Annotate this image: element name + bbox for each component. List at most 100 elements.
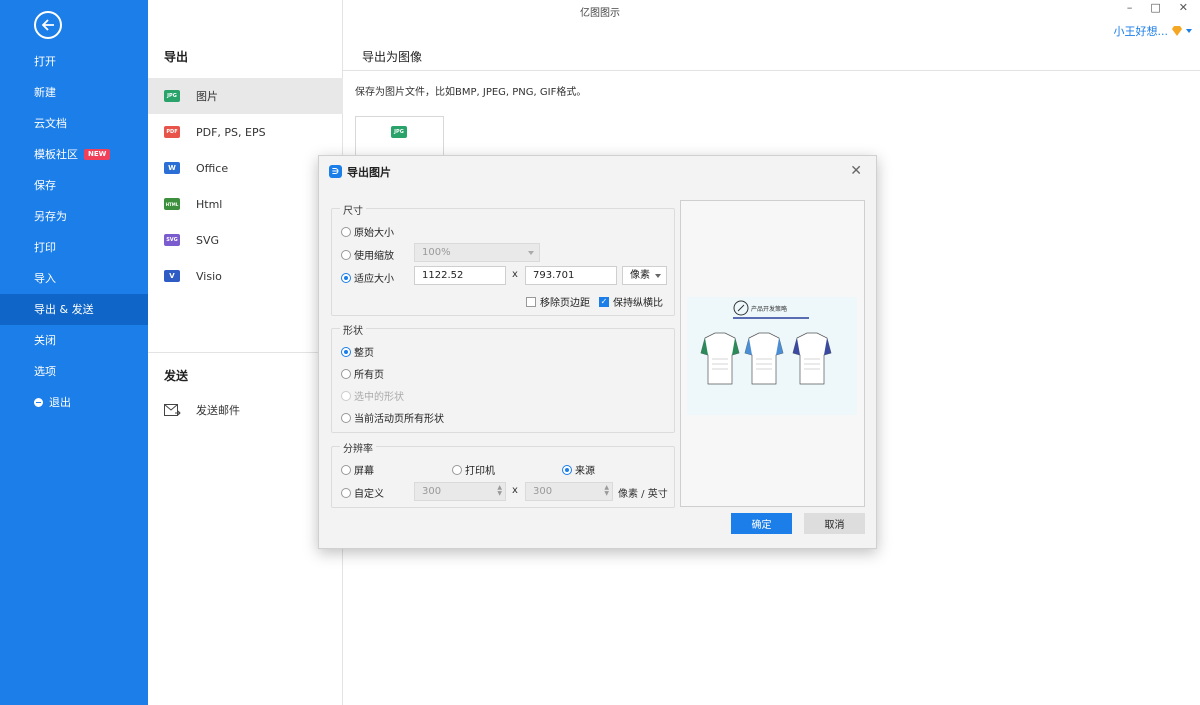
radio-whole-page[interactable]: 整页	[341, 344, 374, 359]
content-heading: 导出为图像	[362, 50, 423, 64]
radio-circle	[452, 464, 462, 475]
export-panel: 导出 JPG 图片 PDF PDF, PS, EPS W Office HTML…	[148, 0, 343, 705]
svg-file-icon: SVG	[164, 234, 180, 246]
size-group: 尺寸 原始大小 使用缩放 100% 适应大小 1122.52 x 793.701…	[331, 202, 675, 316]
image-preview: 产品开发策略	[680, 200, 865, 507]
html-file-icon: HTML	[164, 198, 180, 210]
chevron-down-icon	[528, 251, 534, 255]
resolution-group: 分辨率 屏幕 打印机 来源 自定义 300 ▲ ▼ x 300 ▲ ▼ 像素 / 英…	[331, 440, 675, 508]
times-sign: x	[512, 269, 518, 280]
radio-circle	[341, 487, 351, 498]
back-arrow-icon	[41, 19, 54, 31]
radio-fit-size[interactable]: 适应大小	[341, 270, 394, 285]
dpi-x-input[interactable]: 300 ▲ ▼	[414, 482, 506, 501]
radio-printer[interactable]: 打印机	[452, 462, 495, 477]
spinner-arrows-icon: ▲ ▼	[604, 484, 609, 497]
resolution-group-label: 分辨率	[340, 440, 376, 455]
sidebar-item-export-send[interactable]: 导出 & 发送	[0, 294, 148, 325]
user-name: 小王好想...	[1113, 25, 1169, 38]
export-format-list: JPG 图片 PDF PDF, PS, EPS W Office HTML Ht…	[148, 78, 343, 294]
radio-circle	[341, 226, 351, 237]
width-input[interactable]: 1122.52	[414, 266, 506, 285]
sidebar-item-close[interactable]: 关闭	[0, 325, 148, 356]
word-file-icon: W	[164, 162, 180, 174]
sidebar-item-options[interactable]: 选项	[0, 356, 148, 387]
sidebar-item-new[interactable]: 新建	[0, 77, 148, 108]
height-input[interactable]: 793.701	[525, 266, 617, 285]
dropdown-arrow-icon	[1186, 29, 1192, 33]
export-item-image[interactable]: JPG 图片	[148, 78, 343, 114]
radio-all-pages[interactable]: 所有页	[341, 366, 384, 381]
cancel-button[interactable]: 取消	[804, 513, 865, 534]
maximize-button[interactable]: □	[1150, 1, 1160, 14]
panel-divider	[148, 352, 343, 353]
exit-icon	[34, 398, 43, 407]
radio-custom[interactable]: 自定义	[341, 485, 384, 500]
preview-title: 产品开发策略	[751, 305, 787, 313]
close-window-button[interactable]: ✕	[1179, 1, 1188, 14]
unit-select[interactable]: 像素	[622, 266, 667, 285]
radio-screen[interactable]: 屏幕	[341, 462, 374, 477]
send-email-item[interactable]: 发送邮件	[148, 392, 343, 428]
minimize-button[interactable]: –	[1127, 1, 1133, 14]
send-heading: 发送	[164, 369, 189, 383]
user-account[interactable]: 小王好想...	[1113, 23, 1192, 39]
zoom-select[interactable]: 100%	[414, 243, 540, 262]
sidebar: 打开 新建 云文档 模板社区 NEW 保存 另存为 打印 导入 导出 & 发送 关…	[0, 0, 148, 705]
export-item-office[interactable]: W Office	[148, 150, 343, 186]
radio-zoom[interactable]: 使用缩放	[341, 247, 394, 262]
jpg-file-icon: JPG	[164, 90, 180, 102]
back-button[interactable]	[34, 11, 62, 39]
shape-group: 形状 整页 所有页 选中的形状 当前活动页所有形状	[331, 322, 675, 433]
radio-active-page-shapes[interactable]: 当前活动页所有形状	[341, 410, 444, 425]
pdf-file-icon: PDF	[164, 126, 180, 138]
close-icon[interactable]: ✕	[850, 163, 862, 179]
radio-selected-shapes[interactable]: 选中的形状	[341, 388, 404, 403]
chevron-down-icon	[655, 274, 661, 278]
radio-circle	[562, 464, 572, 475]
export-item-svg[interactable]: SVG SVG	[148, 222, 343, 258]
sidebar-item-import[interactable]: 导入	[0, 263, 148, 294]
sidebar-item-templates[interactable]: 模板社区 NEW	[0, 139, 148, 170]
radio-circle	[341, 249, 351, 260]
radio-source[interactable]: 来源	[562, 462, 595, 477]
preview-diagram: 产品开发策略	[687, 297, 857, 415]
radio-circle	[341, 272, 351, 283]
keep-ratio-checkbox[interactable]: ✓ 保持纵横比	[599, 294, 663, 309]
sidebar-item-cloud[interactable]: 云文档	[0, 108, 148, 139]
content-divider	[343, 70, 1200, 71]
radio-original-size[interactable]: 原始大小	[341, 224, 394, 239]
shape-group-label: 形状	[340, 322, 366, 337]
export-image-dialog: ∋ 导出图片 ✕ 尺寸 原始大小 使用缩放 100% 适应大小 1122.52 …	[318, 155, 877, 549]
ok-button[interactable]: 确定	[731, 513, 792, 534]
checkbox-box	[526, 296, 536, 307]
times-sign: x	[512, 485, 518, 496]
sidebar-item-save-as[interactable]: 另存为	[0, 201, 148, 232]
checkmark-icon: ✓	[599, 296, 609, 307]
radio-circle	[341, 346, 351, 357]
export-item-pdf[interactable]: PDF PDF, PS, EPS	[148, 114, 343, 150]
vip-diamond-icon	[1172, 26, 1182, 36]
radio-circle	[341, 412, 351, 423]
radio-circle	[341, 368, 351, 379]
sidebar-item-save[interactable]: 保存	[0, 170, 148, 201]
export-item-html[interactable]: HTML Html	[148, 186, 343, 222]
content-description: 保存为图片文件，比如BMP, JPEG, PNG, GIF格式。	[355, 87, 587, 98]
radio-circle	[341, 390, 351, 401]
sidebar-item-open[interactable]: 打开	[0, 46, 148, 77]
export-heading: 导出	[164, 50, 189, 64]
dpi-unit-label: 像素 / 英寸	[618, 489, 668, 500]
visio-file-icon: V	[164, 270, 180, 282]
sidebar-item-print[interactable]: 打印	[0, 232, 148, 263]
sidebar-item-exit[interactable]: 退出	[0, 387, 148, 418]
dpi-y-input[interactable]: 300 ▲ ▼	[525, 482, 613, 501]
remove-margin-checkbox[interactable]: 移除页边距	[526, 294, 590, 309]
spinner-arrows-icon: ▲ ▼	[497, 484, 502, 497]
size-group-label: 尺寸	[340, 202, 366, 217]
jpg-file-icon: JPG	[391, 126, 407, 138]
dialog-title: 导出图片	[347, 165, 391, 179]
radio-circle	[341, 464, 351, 475]
export-item-visio[interactable]: V Visio	[148, 258, 343, 294]
new-badge: NEW	[84, 149, 111, 160]
window-controls: – □ ✕	[1127, 1, 1188, 14]
